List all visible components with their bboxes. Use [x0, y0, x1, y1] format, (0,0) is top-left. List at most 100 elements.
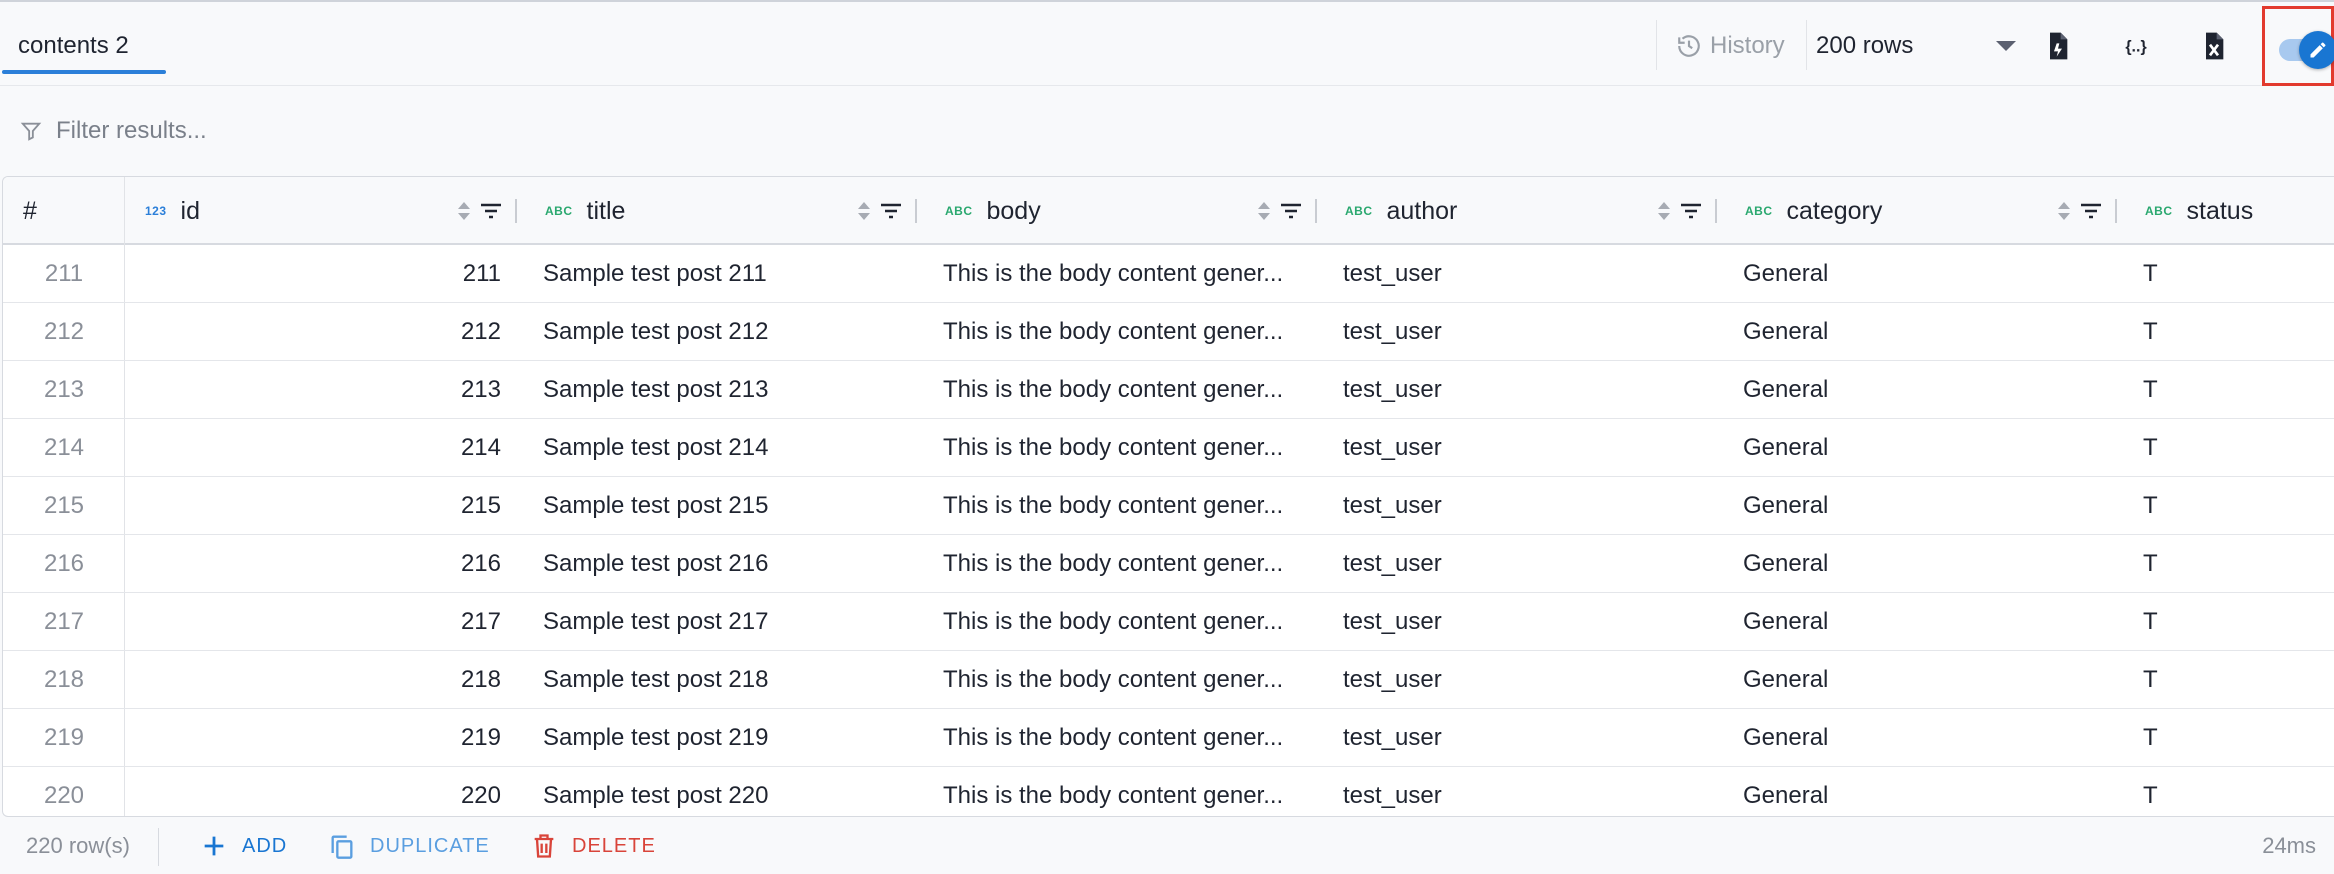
cell-status[interactable]: T	[2143, 361, 2325, 419]
cell-id[interactable]: 216	[125, 535, 501, 593]
cell-id[interactable]: 220	[125, 767, 501, 816]
cell-category[interactable]: General	[1743, 477, 2113, 535]
cell-category[interactable]: General	[1743, 303, 2113, 361]
column-resize-handle[interactable]	[1715, 199, 1717, 223]
table-row[interactable]: 214 214 Sample test post 214 This is the bo…	[3, 419, 2334, 477]
cell-body[interactable]: This is the body content gener...	[943, 477, 1313, 535]
cell-author[interactable]: test_user	[1343, 361, 1713, 419]
delete-row-button[interactable]: DELETE	[530, 818, 656, 874]
rows-limit-select[interactable]: 200 rows	[1816, 24, 2016, 68]
cell-title[interactable]: Sample test post 213	[543, 361, 913, 419]
cell-id[interactable]: 211	[125, 245, 501, 303]
cell-author[interactable]: test_user	[1343, 593, 1713, 651]
cell-body[interactable]: This is the body content gener...	[943, 303, 1313, 361]
export-file-button[interactable]	[2036, 24, 2080, 68]
cell-author[interactable]: test_user	[1343, 709, 1713, 767]
sort-icon[interactable]	[1257, 200, 1271, 222]
table-row[interactable]: 215 215 Sample test post 215 This is the bo…	[3, 477, 2334, 535]
table-row[interactable]: 217 217 Sample test post 217 This is the bo…	[3, 593, 2334, 651]
table-row[interactable]: 216 216 Sample test post 216 This is the bo…	[3, 535, 2334, 593]
cell-id[interactable]: 214	[125, 419, 501, 477]
cell-status[interactable]: T	[2143, 419, 2325, 477]
column-filter-icon[interactable]	[2079, 201, 2103, 221]
column-resize-handle[interactable]	[515, 199, 517, 223]
cell-category[interactable]: General	[1743, 535, 2113, 593]
cell-body[interactable]: This is the body content gener...	[943, 593, 1313, 651]
table-row[interactable]: 213 213 Sample test post 213 This is the bo…	[3, 361, 2334, 419]
cell-body[interactable]: This is the body content gener...	[943, 419, 1313, 477]
cell-body[interactable]: This is the body content gener...	[943, 767, 1313, 816]
cell-category[interactable]: General	[1743, 593, 2113, 651]
cell-author[interactable]: test_user	[1343, 303, 1713, 361]
cell-author[interactable]: test_user	[1343, 767, 1713, 816]
cell-body[interactable]: This is the body content gener...	[943, 245, 1313, 303]
tab-contents[interactable]: contents 2	[2, 18, 149, 74]
sort-icon[interactable]	[457, 200, 471, 222]
cell-status[interactable]: T	[2143, 767, 2325, 816]
cell-title[interactable]: Sample test post 219	[543, 709, 913, 767]
cell-title[interactable]: Sample test post 218	[543, 651, 913, 709]
column-filter-icon[interactable]	[479, 201, 503, 221]
duplicate-row-button[interactable]: DUPLICATE	[328, 818, 490, 874]
column-header-body[interactable]: ABC body	[945, 177, 1325, 245]
cell-status[interactable]: T	[2143, 593, 2325, 651]
cell-author[interactable]: test_user	[1343, 419, 1713, 477]
edit-mode-toggle[interactable]	[2262, 6, 2334, 86]
cell-status[interactable]: T	[2143, 477, 2325, 535]
cell-status[interactable]: T	[2143, 535, 2325, 593]
table-row[interactable]: 212 212 Sample test post 212 This is the bo…	[3, 303, 2334, 361]
add-row-button[interactable]: ADD	[200, 818, 287, 874]
cell-title[interactable]: Sample test post 212	[543, 303, 913, 361]
sort-icon[interactable]	[857, 200, 871, 222]
cell-title[interactable]: Sample test post 214	[543, 419, 913, 477]
column-header-title[interactable]: ABC title	[545, 177, 925, 245]
sort-icon[interactable]	[1657, 200, 1671, 222]
cell-id[interactable]: 213	[125, 361, 501, 419]
cell-category[interactable]: General	[1743, 245, 2113, 303]
cell-body[interactable]: This is the body content gener...	[943, 535, 1313, 593]
cell-category[interactable]: General	[1743, 419, 2113, 477]
column-resize-handle[interactable]	[2115, 199, 2117, 223]
cell-body[interactable]: This is the body content gener...	[943, 361, 1313, 419]
table-row[interactable]: 219 219 Sample test post 219 This is the bo…	[3, 709, 2334, 767]
cell-status[interactable]: T	[2143, 303, 2325, 361]
cell-body[interactable]: This is the body content gener...	[943, 709, 1313, 767]
cell-author[interactable]: test_user	[1343, 245, 1713, 303]
cell-title[interactable]: Sample test post 216	[543, 535, 913, 593]
cell-body[interactable]: This is the body content gener...	[943, 651, 1313, 709]
cell-title[interactable]: Sample test post 217	[543, 593, 913, 651]
table-row[interactable]: 218 218 Sample test post 218 This is the bo…	[3, 651, 2334, 709]
cell-status[interactable]: T	[2143, 245, 2325, 303]
column-resize-handle[interactable]	[915, 199, 917, 223]
export-json-button[interactable]: {..}	[2114, 24, 2158, 68]
column-header-author[interactable]: ABC author	[1345, 177, 1725, 245]
cell-title[interactable]: Sample test post 211	[543, 245, 913, 303]
cell-category[interactable]: General	[1743, 361, 2113, 419]
table-row[interactable]: 220 220 Sample test post 220 This is the bo…	[3, 767, 2334, 816]
column-header-id[interactable]: 123 id	[145, 177, 525, 245]
cell-status[interactable]: T	[2143, 651, 2325, 709]
cell-category[interactable]: General	[1743, 709, 2113, 767]
column-filter-icon[interactable]	[879, 201, 903, 221]
cell-author[interactable]: test_user	[1343, 535, 1713, 593]
column-header-status[interactable]: ABC status	[2145, 177, 2334, 245]
filter-results-input[interactable]	[56, 117, 856, 145]
column-filter-icon[interactable]	[1279, 201, 1303, 221]
column-filter-icon[interactable]	[1679, 201, 1703, 221]
column-resize-handle[interactable]	[1315, 199, 1317, 223]
cell-author[interactable]: test_user	[1343, 651, 1713, 709]
cell-id[interactable]: 218	[125, 651, 501, 709]
cell-id[interactable]: 219	[125, 709, 501, 767]
sort-icon[interactable]	[2057, 200, 2071, 222]
export-excel-button[interactable]	[2192, 24, 2236, 68]
cell-id[interactable]: 212	[125, 303, 501, 361]
cell-title[interactable]: Sample test post 215	[543, 477, 913, 535]
cell-status[interactable]: T	[2143, 709, 2325, 767]
table-row[interactable]: 211 211 Sample test post 211 This is the bo…	[3, 245, 2334, 303]
cell-id[interactable]: 215	[125, 477, 501, 535]
cell-title[interactable]: Sample test post 220	[543, 767, 913, 816]
cell-category[interactable]: General	[1743, 767, 2113, 816]
cell-id[interactable]: 217	[125, 593, 501, 651]
cell-category[interactable]: General	[1743, 651, 2113, 709]
cell-author[interactable]: test_user	[1343, 477, 1713, 535]
